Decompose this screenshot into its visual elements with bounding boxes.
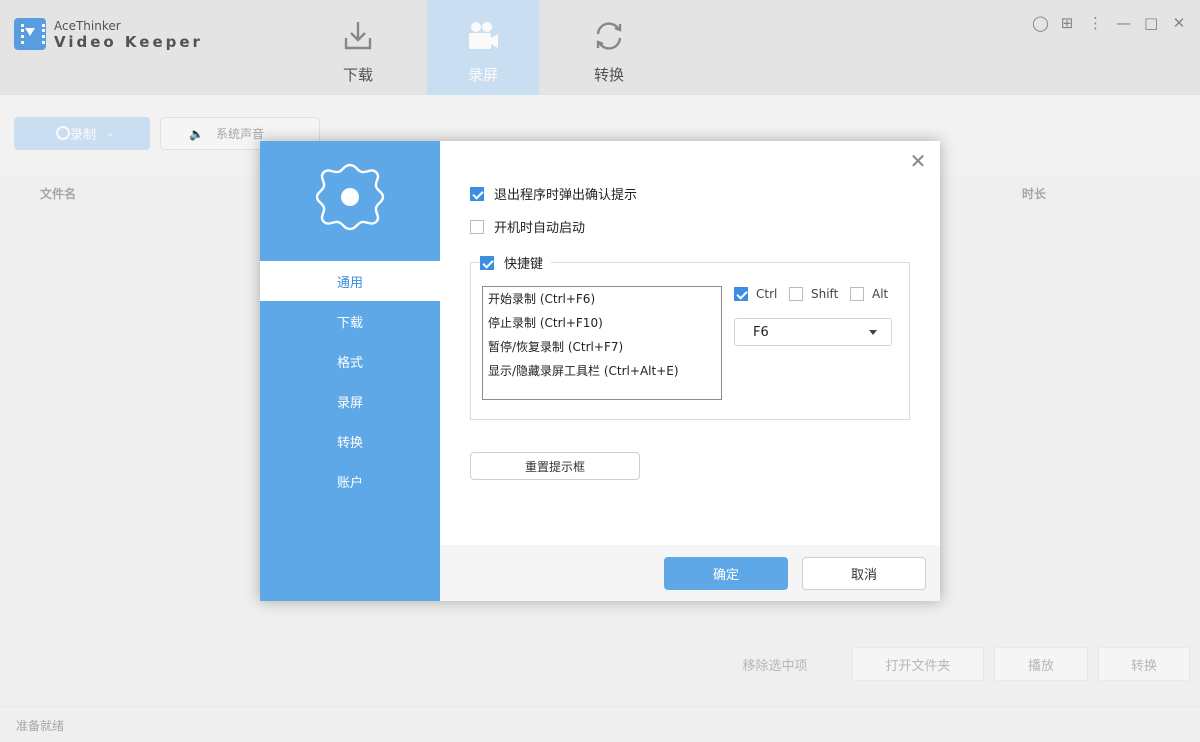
alt-label: Alt [872,287,889,301]
settings-nav-record[interactable]: 录屏 [260,381,440,421]
checkbox-box[interactable] [850,287,864,301]
checkbox-box[interactable] [470,186,484,201]
settings-content: ✕ 退出程序时弹出确认提示 开机时自动启动 快捷键 开始录制 (Ctrl+F6)… [440,141,940,601]
gear-icon [315,163,385,231]
settings-sidebar: 通用 下载 格式 录屏 转换 账户 [260,141,440,601]
shift-label: Shift [811,287,839,301]
cancel-button[interactable]: 取消 [802,557,926,590]
settings-nav-convert[interactable]: 转换 [260,421,440,461]
settings-nav-download[interactable]: 下载 [260,301,440,341]
list-item[interactable]: 停止录制 (Ctrl+F10) [488,315,716,339]
hotkey-key-value: F6 [753,324,769,340]
list-item[interactable]: 显示/隐藏录屏工具栏 (Ctrl+Alt+E) [488,363,716,387]
settings-nav-format[interactable]: 格式 [260,341,440,381]
settings-nav-account[interactable]: 账户 [260,461,440,501]
hotkey-label: 快捷键 [504,257,544,272]
hotkey-enable-checkbox[interactable]: 快捷键 [480,253,552,272]
confirm-exit-checkbox[interactable]: 退出程序时弹出确认提示 [470,184,637,203]
hotkey-list[interactable]: 开始录制 (Ctrl+F6) 停止录制 (Ctrl+F10) 暂停/恢复录制 (… [482,286,722,400]
checkbox-box[interactable] [789,287,803,301]
list-item[interactable]: 开始录制 (Ctrl+F6) [488,291,716,315]
settings-dialog: 通用 下载 格式 录屏 转换 账户 ✕ 退出程序时弹出确认提示 开机时自动启动 … [260,141,940,601]
checkbox-box[interactable] [480,255,494,270]
close-icon[interactable]: ✕ [908,151,928,171]
ctrl-label: Ctrl [756,287,778,301]
list-item[interactable]: 暂停/恢复录制 (Ctrl+F7) [488,339,716,363]
alt-checkbox[interactable]: Alt [850,287,888,301]
ok-button[interactable]: 确定 [664,557,788,590]
confirm-exit-label: 退出程序时弹出确认提示 [494,188,638,203]
reset-prompts-button[interactable]: 重置提示框 [470,452,640,480]
checkbox-box[interactable] [470,219,484,234]
settings-nav-general[interactable]: 通用 [260,261,440,301]
shift-checkbox[interactable]: Shift [789,287,838,301]
dropdown-arrow-icon [869,330,877,335]
hotkey-key-select[interactable]: F6 [734,318,892,346]
checkbox-box[interactable] [734,287,748,301]
autostart-label: 开机时自动启动 [494,221,586,236]
ctrl-checkbox[interactable]: Ctrl [734,287,777,301]
autostart-checkbox[interactable]: 开机时自动启动 [470,217,585,236]
